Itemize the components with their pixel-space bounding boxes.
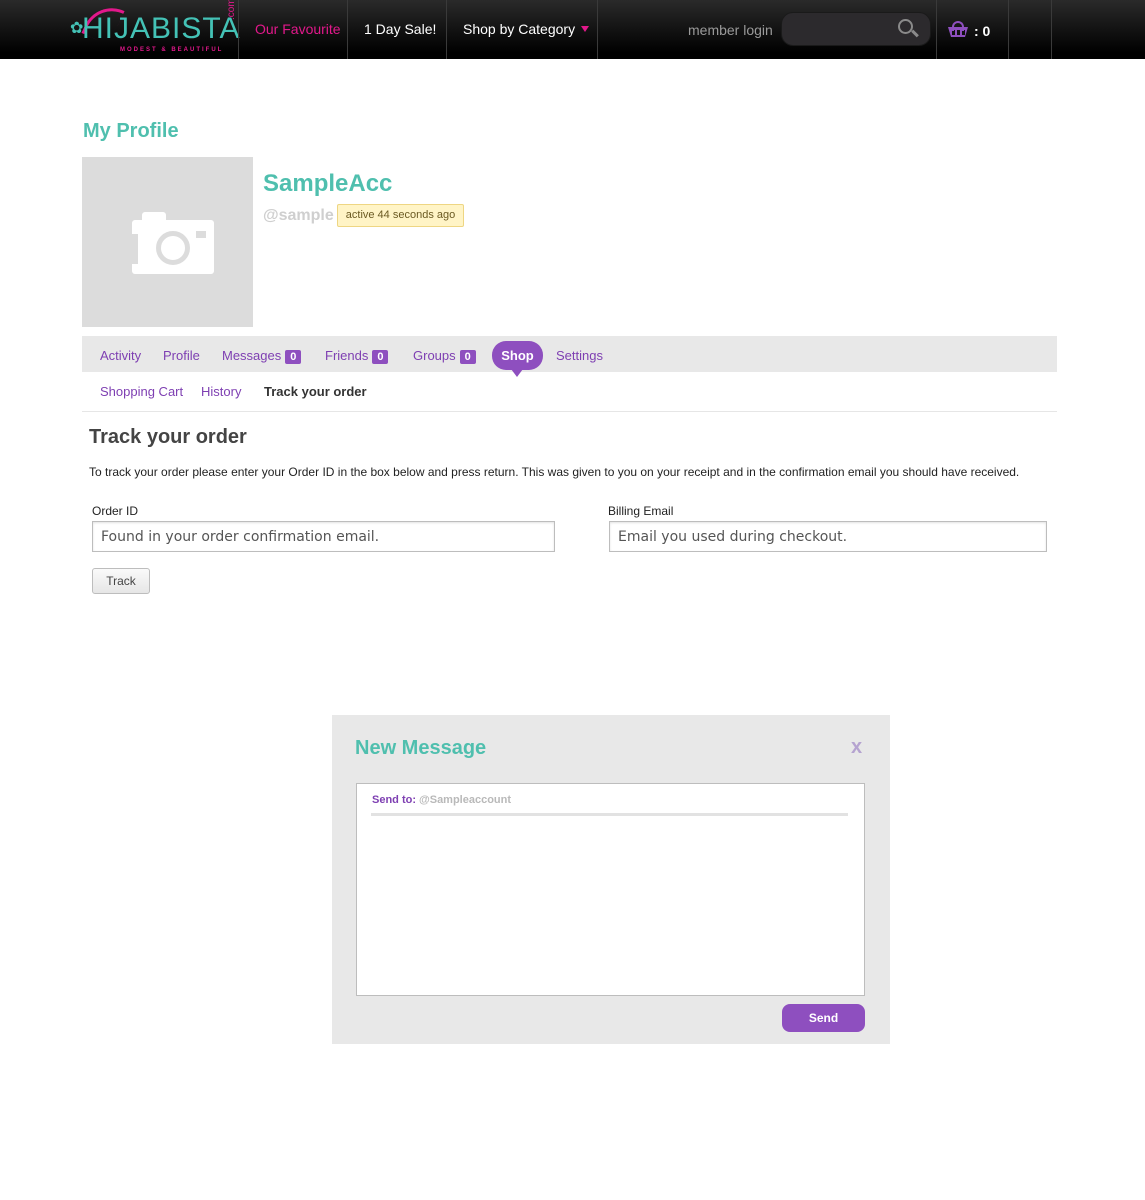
- avatar[interactable]: [82, 157, 253, 327]
- site-logo[interactable]: ✿ HIJABISTA .com MODEST & BEAUTIFUL: [70, 0, 241, 56]
- nav-separator: [238, 0, 239, 59]
- nav-shop-by-category-label: Shop by Category: [463, 21, 576, 37]
- tab-groups-label: Groups: [413, 348, 456, 363]
- tab-friends[interactable]: Friends 0: [325, 348, 389, 364]
- friends-count-badge: 0: [372, 350, 389, 364]
- cart-button[interactable]: : 0: [948, 19, 1008, 41]
- modal-title: New Message: [355, 737, 487, 759]
- send-button[interactable]: Send: [782, 1004, 865, 1032]
- logo-wordmark: HIJABISTA: [82, 12, 241, 45]
- tab-messages-label: Messages: [222, 348, 282, 363]
- search-input[interactable]: [781, 12, 931, 46]
- logo-domain: .com: [226, 0, 237, 20]
- tab-messages[interactable]: Messages 0: [222, 348, 302, 364]
- groups-count-badge: 0: [459, 350, 476, 364]
- tab-friends-label: Friends: [325, 348, 369, 363]
- subtab-shopping-cart[interactable]: Shopping Cart: [100, 384, 183, 399]
- section-divider: [82, 411, 1057, 412]
- nav-separator: [446, 0, 447, 59]
- camera-icon-grip: [132, 234, 138, 264]
- new-message-modal: New Message x Send to: @Sampleaccount Se…: [332, 715, 890, 1044]
- chevron-down-icon: [581, 26, 590, 32]
- profile-handle: @sample: [263, 207, 334, 224]
- tab-activity[interactable]: Activity: [100, 348, 141, 363]
- messages-count-badge: 0: [285, 350, 302, 364]
- tab-settings[interactable]: Settings: [556, 348, 603, 363]
- top-nav-inner: ✿ HIJABISTA .com MODEST & BEAUTIFUL Our …: [70, 0, 1052, 59]
- profile-name: SampleAcc: [263, 170, 393, 197]
- nav-separator: [936, 0, 937, 59]
- tab-groups[interactable]: Groups 0: [413, 348, 476, 364]
- logo-tagline: MODEST & BEAUTIFUL: [120, 47, 224, 53]
- member-login-link[interactable]: member login: [688, 22, 773, 38]
- tab-profile[interactable]: Profile: [163, 348, 200, 363]
- subtab-track-order[interactable]: Track your order: [264, 384, 367, 399]
- billing-email-label: Billing Email: [608, 504, 674, 518]
- track-button[interactable]: Track: [92, 568, 150, 594]
- basket-icon-body: [948, 27, 968, 37]
- top-nav-bar: ✿ HIJABISTA .com MODEST & BEAUTIFUL Our …: [0, 0, 1145, 59]
- tab-shop[interactable]: Shop: [492, 341, 543, 377]
- nav-separator: [597, 0, 598, 59]
- nav-our-favourite[interactable]: Our Favourite: [255, 21, 341, 37]
- order-id-label: Order ID: [92, 504, 139, 518]
- activity-status-badge: active 44 seconds ago: [337, 204, 464, 227]
- search-icon-handle: [911, 29, 919, 38]
- close-icon[interactable]: x: [851, 736, 862, 759]
- subtab-history[interactable]: History: [201, 384, 241, 399]
- nav-separator: [347, 0, 348, 59]
- page-title: My Profile: [83, 120, 179, 142]
- track-order-heading: Track your order: [89, 426, 247, 448]
- camera-icon-flash: [196, 231, 206, 238]
- basket-icon: [948, 21, 968, 37]
- nav-shop-by-category[interactable]: Shop by Category: [463, 21, 590, 37]
- camera-icon-lens: [156, 231, 190, 265]
- send-to-recipient-input[interactable]: @Sampleaccount: [419, 794, 511, 806]
- send-to-underline: [371, 813, 848, 816]
- nav-separator: [1008, 0, 1009, 59]
- nav-day-sale[interactable]: 1 Day Sale!: [364, 21, 436, 37]
- nav-separator: [1051, 0, 1052, 59]
- profile-tab-bar: Activity Profile Messages 0 Friends 0 Grou…: [82, 336, 1057, 377]
- track-order-instructions: To track your order please enter your Or…: [89, 465, 1020, 479]
- send-to-label: Send to:: [372, 794, 416, 806]
- billing-email-input[interactable]: [609, 521, 1047, 552]
- cart-count: : 0: [974, 23, 991, 39]
- camera-icon: [132, 212, 214, 274]
- message-body-textarea[interactable]: Send to: @Sampleaccount: [356, 783, 865, 996]
- search-icon[interactable]: [898, 19, 919, 41]
- order-id-input[interactable]: [92, 521, 555, 552]
